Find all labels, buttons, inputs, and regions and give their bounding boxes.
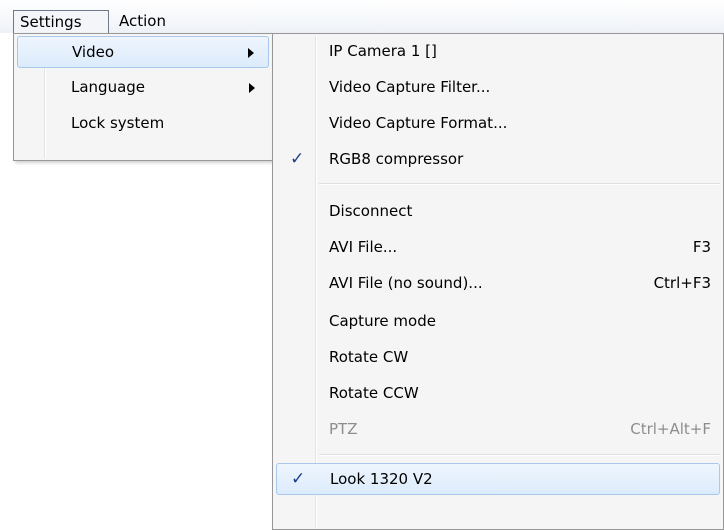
menu-item-label: Lock system	[71, 114, 165, 132]
menu-item-rotate-ccw[interactable]: Rotate CCW	[276, 378, 720, 410]
menu-item-avi-file-no-sound[interactable]: AVI File (no sound)... Ctrl+F3	[276, 268, 720, 300]
menu-item-label: Rotate CCW	[329, 384, 419, 402]
menu-item-video[interactable]: Video	[17, 36, 269, 68]
menu-item-ptz: PTZ Ctrl+Alt+F	[276, 414, 720, 446]
menu-bar: Settings Action	[0, 0, 724, 34]
menu-item-label: RGB8 compressor	[329, 150, 464, 168]
shortcut-label: Ctrl+Alt+F	[630, 420, 711, 438]
menu-item-label: AVI File (no sound)...	[329, 274, 483, 292]
menu-item-video-capture-filter[interactable]: Video Capture Filter...	[276, 72, 720, 104]
menu-item-lock-system[interactable]: Lock system	[17, 108, 269, 140]
menu-item-avi-file[interactable]: AVI File... F3	[276, 232, 720, 264]
menu-settings[interactable]: Settings	[13, 10, 109, 34]
menu-item-label: Video Capture Format...	[329, 114, 508, 132]
checkmark-icon: ✓	[291, 469, 306, 489]
menu-item-label: Video	[72, 43, 115, 61]
menu-item-label: Disconnect	[329, 202, 413, 220]
menu-item-ip-camera[interactable]: IP Camera 1 []	[276, 36, 720, 68]
menu-item-disconnect[interactable]: Disconnect	[276, 196, 720, 228]
menu-item-rotate-cw[interactable]: Rotate CW	[276, 342, 720, 374]
submenu-arrow-icon	[249, 83, 255, 93]
menu-item-label: Language	[71, 78, 146, 96]
menu-item-label: IP Camera 1 []	[329, 42, 437, 60]
menu-action[interactable]: Action	[113, 10, 172, 34]
menu-separator	[319, 454, 720, 456]
menu-item-label: AVI File...	[329, 238, 398, 256]
submenu-arrow-icon	[248, 48, 254, 58]
menu-item-look-1320-v2[interactable]: ✓ Look 1320 V2	[276, 463, 720, 495]
menu-item-label: Video Capture Filter...	[329, 78, 491, 96]
menu-item-label: Rotate CW	[329, 348, 409, 366]
menu-item-language[interactable]: Language	[17, 72, 269, 104]
shortcut-label: Ctrl+F3	[653, 274, 711, 292]
menu-item-label: PTZ	[329, 420, 358, 438]
menu-item-rgb8-compressor[interactable]: ✓ RGB8 compressor	[276, 144, 720, 176]
checkmark-icon: ✓	[290, 149, 305, 169]
video-submenu: IP Camera 1 [] Video Capture Filter... V…	[272, 33, 724, 530]
menu-item-label: Look 1320 V2	[330, 470, 433, 488]
menu-item-video-capture-format[interactable]: Video Capture Format...	[276, 108, 720, 140]
menu-item-capture-mode[interactable]: Capture mode	[276, 306, 720, 338]
shortcut-label: F3	[692, 238, 711, 256]
menu-separator	[319, 183, 720, 185]
settings-dropdown: Video Language Lock system	[13, 33, 273, 161]
menu-item-label: Capture mode	[329, 312, 436, 330]
